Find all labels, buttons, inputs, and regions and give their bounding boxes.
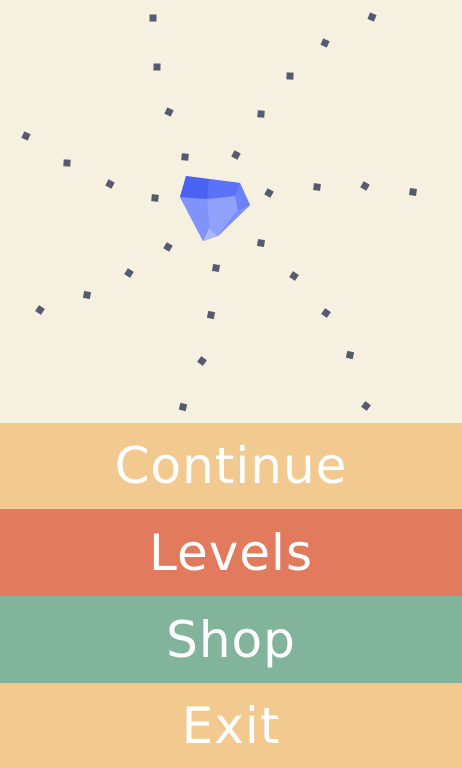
particle — [164, 107, 174, 117]
particle — [264, 188, 274, 198]
particle — [256, 238, 266, 248]
particle — [361, 401, 371, 411]
particle — [151, 194, 159, 202]
particle — [105, 179, 115, 189]
particle — [231, 150, 241, 160]
particle — [320, 38, 330, 48]
particle — [367, 12, 377, 22]
particle — [197, 356, 207, 366]
particle — [211, 263, 221, 273]
particle — [35, 305, 45, 315]
particle — [345, 350, 355, 360]
particle — [178, 402, 188, 412]
particle — [153, 63, 161, 71]
scene-canvas — [21, 12, 417, 412]
particle — [63, 159, 71, 167]
particle — [163, 242, 173, 252]
main-menu: Continue Levels Shop Exit — [0, 423, 462, 768]
particle — [289, 271, 299, 281]
particle — [82, 290, 92, 300]
particle — [409, 188, 417, 196]
particle — [313, 183, 321, 191]
continue-button[interactable]: Continue — [0, 423, 462, 509]
gem-icon — [180, 176, 250, 241]
levels-button[interactable]: Levels — [0, 509, 462, 596]
particle — [206, 310, 216, 320]
particle — [286, 72, 294, 80]
particle — [257, 110, 265, 118]
particle — [360, 181, 370, 191]
exit-button[interactable]: Exit — [0, 683, 462, 768]
shop-button[interactable]: Shop — [0, 596, 462, 683]
game-screen: Continue Levels Shop Exit — [0, 0, 462, 768]
game-scene — [0, 0, 462, 423]
particle — [21, 131, 31, 141]
particle — [149, 14, 157, 22]
particle — [181, 153, 189, 161]
particle — [124, 268, 134, 278]
particle — [321, 308, 331, 318]
